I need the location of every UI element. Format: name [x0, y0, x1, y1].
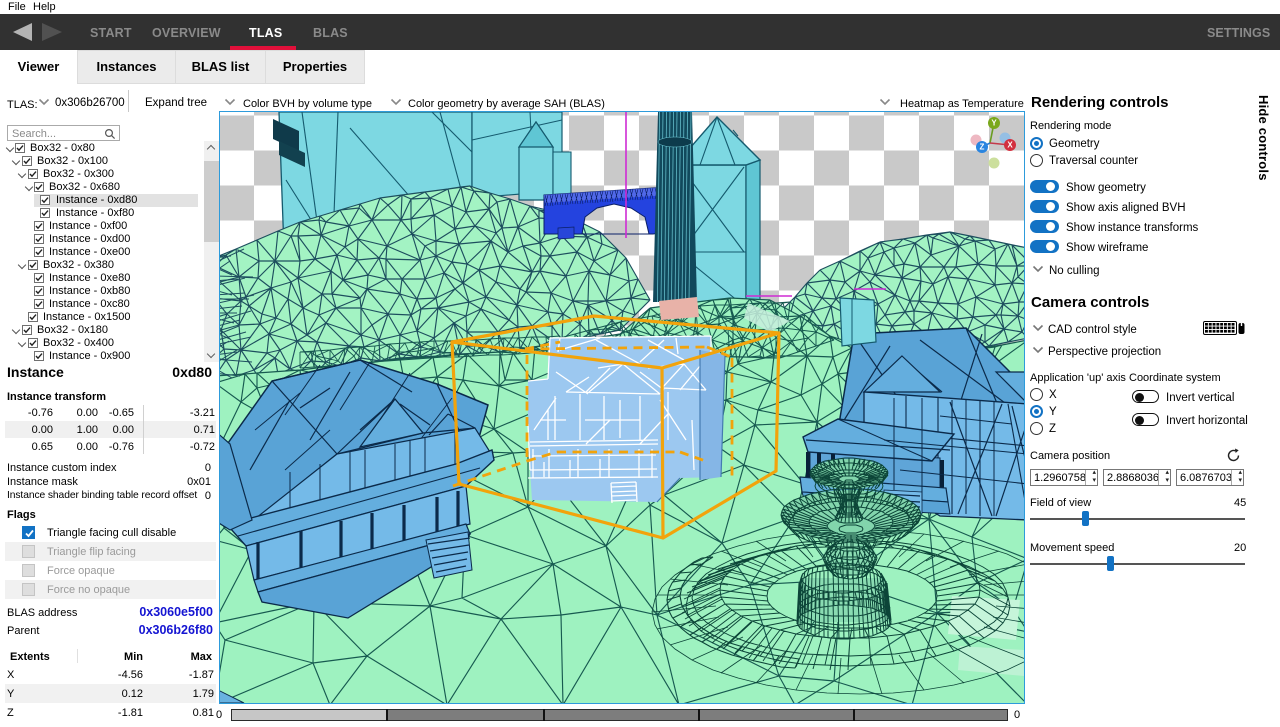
svg-text:Y: Y — [991, 119, 997, 128]
svg-text:Z: Z — [980, 143, 985, 152]
svg-text:X: X — [1007, 141, 1013, 150]
